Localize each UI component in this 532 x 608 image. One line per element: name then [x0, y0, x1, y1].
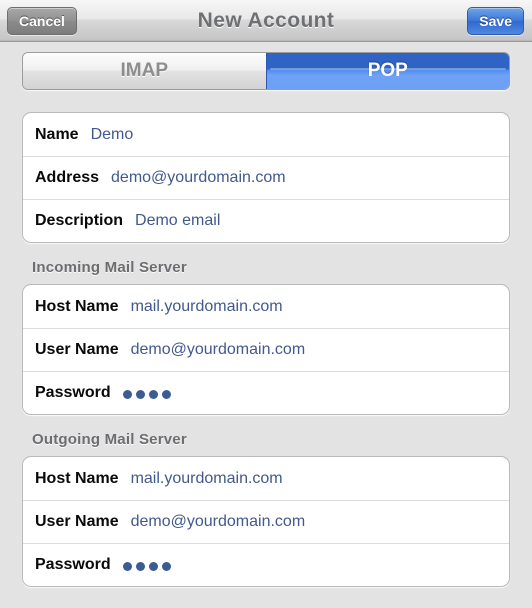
- password-dot: [161, 561, 171, 571]
- row-incoming-password[interactable]: Password: [23, 371, 509, 414]
- section-header-incoming: Incoming Mail Server: [32, 259, 187, 276]
- description-field[interactable]: Demo email: [135, 212, 220, 230]
- navigation-bar: Cancel New Account Save: [0, 0, 532, 42]
- row-label-address: Address: [35, 169, 100, 186]
- row-incoming-host-name[interactable]: Host Name mail.yourdomain.com: [23, 285, 509, 328]
- page-title: New Account: [197, 9, 335, 32]
- outgoing-mail-server-card: Host Name mail.yourdomain.com User Name …: [22, 456, 510, 587]
- row-label-incoming-user-name: User Name: [35, 341, 119, 358]
- row-label-outgoing-host-name: Host Name: [35, 469, 119, 487]
- password-dot: [135, 561, 145, 571]
- row-label-outgoing-user-name: User Name: [35, 513, 119, 530]
- row-description[interactable]: Description Demo email: [23, 199, 509, 242]
- incoming-password-field[interactable]: [122, 388, 171, 399]
- row-address[interactable]: Address demo@yourdomain.com: [23, 156, 509, 199]
- row-name[interactable]: Name Demo: [23, 113, 509, 156]
- row-label-incoming-password: Password: [35, 384, 111, 401]
- password-dot: [122, 389, 132, 399]
- address-field[interactable]: demo@yourdomain.com: [111, 169, 286, 187]
- section-header-outgoing: Outgoing Mail Server: [32, 431, 187, 448]
- account-details-card: Name Demo Address demo@yourdomain.com De…: [22, 112, 510, 243]
- row-outgoing-user-name[interactable]: User Name demo@yourdomain.com: [23, 500, 509, 543]
- form-content: Name Demo Address demo@yourdomain.com De…: [0, 112, 532, 587]
- row-label-name: Name: [35, 125, 79, 143]
- save-button[interactable]: Save: [467, 7, 524, 35]
- row-outgoing-host-name[interactable]: Host Name mail.yourdomain.com: [23, 457, 509, 500]
- account-type-segmented-control[interactable]: IMAP POP: [22, 52, 510, 90]
- outgoing-user-name-field[interactable]: demo@yourdomain.com: [131, 513, 306, 531]
- password-dot: [161, 389, 171, 399]
- segmented-control-container: IMAP POP: [0, 42, 532, 90]
- password-dot: [148, 389, 158, 399]
- outgoing-host-name-field[interactable]: mail.yourdomain.com: [131, 470, 283, 488]
- segment-pop[interactable]: POP: [265, 53, 509, 89]
- row-outgoing-password[interactable]: Password: [23, 543, 509, 586]
- password-dot: [148, 561, 158, 571]
- password-dot: [135, 389, 145, 399]
- outgoing-password-field[interactable]: [122, 560, 171, 571]
- row-incoming-user-name[interactable]: User Name demo@yourdomain.com: [23, 328, 509, 371]
- segment-imap[interactable]: IMAP: [23, 53, 266, 89]
- row-label-description: Description: [35, 212, 124, 229]
- incoming-host-name-field[interactable]: mail.yourdomain.com: [131, 298, 283, 316]
- incoming-user-name-field[interactable]: demo@yourdomain.com: [131, 341, 306, 359]
- name-field[interactable]: Demo: [91, 126, 134, 144]
- password-dot: [122, 561, 132, 571]
- row-label-outgoing-password: Password: [35, 556, 111, 573]
- row-label-incoming-host-name: Host Name: [35, 297, 119, 315]
- incoming-mail-server-card: Host Name mail.yourdomain.com User Name …: [22, 284, 510, 415]
